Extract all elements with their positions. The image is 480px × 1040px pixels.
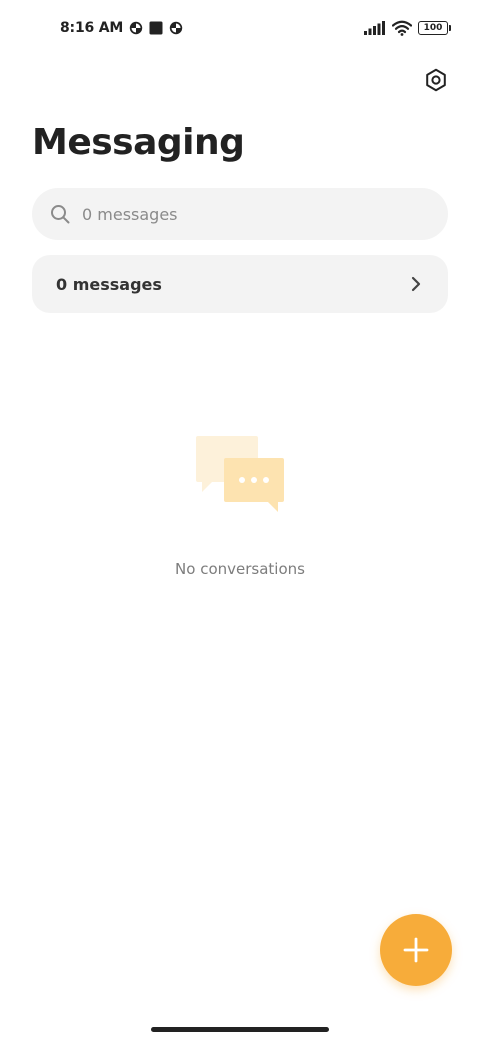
- chevron-right-icon: [411, 276, 421, 292]
- screen: 8:16 AM 100 Messaging 0 messages 0 messa…: [0, 0, 480, 1040]
- plus-icon: [403, 937, 429, 963]
- pie-indicator-icon: [169, 21, 183, 35]
- messages-row[interactable]: 0 messages: [32, 255, 448, 313]
- messages-count-label: 0 messages: [56, 274, 162, 294]
- gear-icon: [426, 68, 446, 92]
- stop-square-icon: [149, 21, 163, 35]
- pie-indicator-icon: [129, 21, 143, 35]
- wifi-icon: [392, 20, 412, 36]
- status-right: 100: [364, 18, 451, 38]
- settings-button[interactable]: [422, 66, 450, 94]
- status-bar: 8:16 AM 100: [0, 0, 480, 56]
- status-time: 8:16 AM: [60, 20, 124, 36]
- search-placeholder: 0 messages: [82, 204, 178, 224]
- status-left: 8:16 AM: [60, 18, 183, 38]
- empty-state-text: No conversations: [175, 560, 305, 578]
- battery-level: 100: [423, 22, 443, 33]
- search-input[interactable]: 0 messages: [32, 188, 448, 240]
- new-conversation-button[interactable]: [380, 914, 452, 986]
- home-indicator[interactable]: [151, 1027, 329, 1032]
- chat-bubbles-icon: [196, 436, 284, 512]
- page-title: Messaging: [32, 122, 245, 163]
- battery-icon: 100: [418, 21, 451, 35]
- signal-icon: [364, 21, 385, 35]
- search-icon: [51, 205, 70, 224]
